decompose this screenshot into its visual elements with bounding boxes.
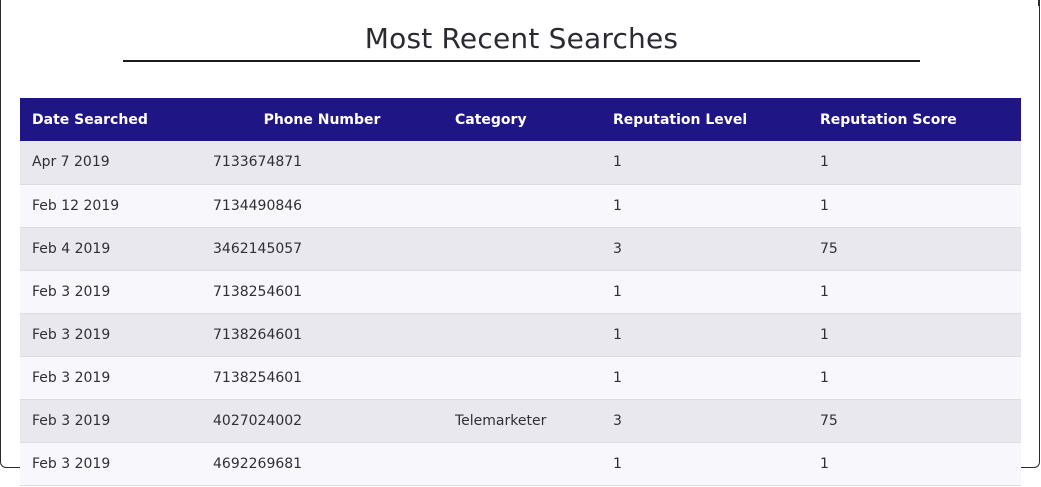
cell-date: Feb 3 2019	[32, 369, 111, 386]
cell-phone: 4692269681	[213, 455, 303, 472]
cell-date: Feb 3 2019	[32, 412, 111, 429]
cell-date: Feb 4 2019	[32, 240, 111, 257]
cell-phone: 4027024002	[213, 412, 303, 429]
cell-category	[443, 356, 601, 399]
cell-reputation-level: 1	[613, 369, 622, 386]
cell-reputation-level: 1	[613, 283, 622, 300]
cell-category	[443, 184, 601, 227]
cell-category	[443, 141, 601, 184]
cell-category	[443, 313, 601, 356]
header-phone-number: Phone Number	[263, 111, 381, 128]
panel-edge	[1038, 0, 1039, 6]
cell-reputation-score: 1	[820, 154, 829, 171]
cell-reputation-level: 3	[613, 412, 622, 429]
cell-reputation-score: 1	[820, 369, 829, 386]
page-title: Most Recent Searches	[364, 22, 679, 55]
table-row: Feb 3 2019 7138254601 1 1	[20, 356, 1021, 399]
table-row: Apr 7 2019 7133674871 1 1	[20, 141, 1021, 184]
cell-reputation-score: 1	[820, 326, 829, 343]
cell-reputation-score: 1	[820, 197, 829, 214]
cell-phone: 7133674871	[213, 154, 303, 171]
cell-date: Feb 12 2019	[32, 197, 120, 214]
cell-reputation-score: 1	[820, 283, 829, 300]
cell-phone: 7138254601	[213, 283, 303, 300]
cell-phone: 7134490846	[213, 197, 303, 214]
cell-phone: 7138264601	[213, 326, 303, 343]
recent-searches-table: Date Searched Phone Number Category Repu…	[20, 98, 1021, 486]
cell-date: Feb 3 2019	[32, 455, 111, 472]
table-header-row: Date Searched Phone Number Category Repu…	[20, 98, 1021, 141]
header-date-searched: Date Searched	[32, 111, 148, 128]
cell-reputation-level: 1	[613, 154, 622, 171]
cell-category	[443, 442, 601, 485]
cell-reputation-score: 75	[820, 412, 838, 429]
cell-phone: 3462145057	[213, 240, 303, 257]
cell-phone: 7138254601	[213, 369, 303, 386]
header-reputation-level: Reputation Level	[613, 111, 748, 128]
cell-reputation-level: 1	[613, 455, 622, 472]
cell-date: Apr 7 2019	[32, 154, 110, 171]
cell-reputation-level: 3	[613, 240, 622, 257]
table-row: Feb 3 2019 4027024002 Telemarketer 3 75	[20, 399, 1021, 442]
table-row: Feb 3 2019 7138264601 1 1	[20, 313, 1021, 356]
table-row: Feb 3 2019 4692269681 1 1	[20, 442, 1021, 485]
table-row: Feb 12 2019 7134490846 1 1	[20, 184, 1021, 227]
cell-reputation-score: 75	[820, 240, 838, 257]
title-underline	[123, 60, 920, 62]
table-row: Feb 4 2019 3462145057 3 75	[20, 227, 1021, 270]
cell-reputation-level: 1	[613, 326, 622, 343]
cell-reputation-level: 1	[613, 197, 622, 214]
results-panel: Most Recent Searches Date Searched Phone…	[0, 0, 1040, 485]
cell-category	[443, 270, 601, 313]
cell-category	[443, 227, 601, 270]
header-reputation-score: Reputation Score	[820, 111, 957, 128]
cell-category: Telemarketer	[455, 412, 547, 429]
cell-date: Feb 3 2019	[32, 326, 111, 343]
header-category: Category	[455, 111, 527, 128]
cell-date: Feb 3 2019	[32, 283, 111, 300]
table-row: Feb 3 2019 7138254601 1 1	[20, 270, 1021, 313]
cell-reputation-score: 1	[820, 455, 829, 472]
